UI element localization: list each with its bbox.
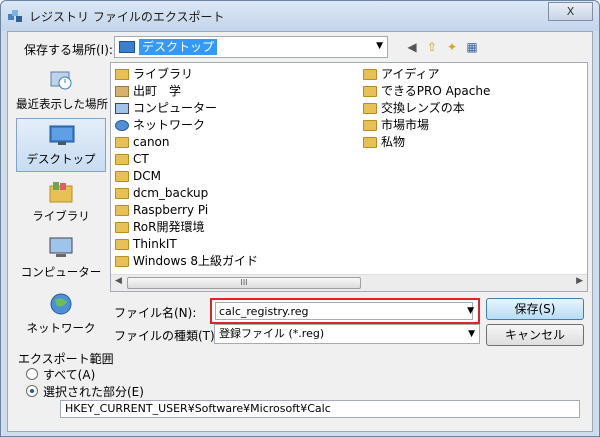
place-label: コンピューター <box>20 265 102 279</box>
export-range-label: エクスポート範囲 <box>18 352 114 366</box>
filename-highlight-box: ▼ <box>210 298 480 324</box>
radio-all-row[interactable]: すべて(A) <box>26 366 95 382</box>
save-in-dropdown[interactable]: デスクトップ ▼ <box>114 36 388 58</box>
libraries-icon <box>49 182 73 203</box>
list-item[interactable]: Windows 8上級ガイド <box>115 253 258 270</box>
cancel-button[interactable]: キャンセル <box>486 324 584 346</box>
dialog-body: 保存する場所(I): デスクトップ ▼ ◀ ⇧ ✦ ▦ 最近表示した場所 デスク… <box>7 31 593 432</box>
libraries-icon <box>115 69 129 80</box>
list-item[interactable]: ネットワーク <box>115 117 258 134</box>
radio-all-label: すべて(A) <box>43 367 96 382</box>
radio-all[interactable] <box>26 368 38 380</box>
place-label: ネットワーク <box>26 321 96 335</box>
folder-icon <box>115 137 129 148</box>
place-label: デスクトップ <box>26 152 96 166</box>
place-label: 最近表示した場所 <box>16 97 108 111</box>
network-icon <box>115 120 129 131</box>
key-path-field[interactable]: HKEY_CURRENT_USER¥Software¥Microsoft¥Cal… <box>60 400 580 418</box>
dialog-window: レジストリ ファイルのエクスポート X 保存する場所(I): デスクトップ ▼ … <box>0 0 600 437</box>
file-column-2: アイディア できるPRO Apache 交換レンズの本 市場市場 私物 <box>363 66 490 151</box>
file-list[interactable]: ライブラリ 出町 学 コンピューター ネットワーク canon CT DCM d… <box>110 62 588 292</box>
file-column-1: ライブラリ 出町 学 コンピューター ネットワーク canon CT DCM d… <box>115 66 258 270</box>
folder-icon <box>363 120 377 131</box>
title-bar[interactable]: レジストリ ファイルのエクスポート X <box>1 1 599 31</box>
folder-icon <box>115 205 129 216</box>
radio-selected-label: 選択された部分(E) <box>43 384 144 399</box>
filetype-value: 登録ファイル (*.reg) <box>219 327 325 340</box>
computer-icon <box>49 237 73 257</box>
list-item[interactable]: できるPRO Apache <box>363 83 490 100</box>
back-icon[interactable]: ◀ <box>404 39 420 55</box>
folder-icon <box>115 222 129 233</box>
radio-selected-row[interactable]: 選択された部分(E) <box>26 383 144 399</box>
list-item[interactable]: canon <box>115 134 258 151</box>
list-item[interactable]: CT <box>115 151 258 168</box>
filename-input[interactable] <box>215 302 473 320</box>
folder-icon <box>115 239 129 250</box>
list-item[interactable]: DCM <box>115 168 258 185</box>
nav-toolbar: ◀ ⇧ ✦ ▦ <box>404 38 480 56</box>
filetype-label: ファイルの種類(T): <box>114 329 219 343</box>
save-in-label: 保存する場所(I): <box>24 43 113 57</box>
folder-icon <box>115 154 129 165</box>
save-in-value: デスクトップ <box>139 39 218 55</box>
chevron-down-icon[interactable]: ▼ <box>467 306 474 316</box>
place-computer[interactable]: コンピューター <box>16 232 106 286</box>
list-item[interactable]: 交換レンズの本 <box>363 100 490 117</box>
view-menu-icon[interactable]: ▦ <box>464 39 480 55</box>
scrollbar-thumb[interactable]: III <box>127 277 361 289</box>
up-folder-icon[interactable]: ⇧ <box>424 39 440 55</box>
regedit-icon <box>8 10 22 22</box>
desktop-icon <box>49 125 75 145</box>
place-recent[interactable]: 最近表示した場所 <box>16 64 108 118</box>
place-network[interactable]: ネットワーク <box>16 288 106 342</box>
filename-label: ファイル名(N): <box>114 306 197 320</box>
horizontal-scrollbar[interactable]: ◀ III ▶ <box>111 274 587 291</box>
place-desktop[interactable]: デスクトップ <box>16 118 106 172</box>
folder-icon <box>115 188 129 199</box>
list-item[interactable]: dcm_backup <box>115 185 258 202</box>
list-item[interactable]: ライブラリ <box>115 66 258 83</box>
scroll-left-icon[interactable]: ◀ <box>115 276 122 286</box>
list-item[interactable]: 市場市場 <box>363 117 490 134</box>
folder-icon <box>115 256 129 267</box>
list-item[interactable]: RoR開発環境 <box>115 219 258 236</box>
folder-icon <box>363 137 377 148</box>
chevron-down-icon: ▼ <box>376 41 383 51</box>
network-icon <box>50 293 72 315</box>
folder-icon <box>363 86 377 97</box>
window-title: レジストリ ファイルのエクスポート <box>29 10 225 24</box>
folder-icon <box>363 69 377 80</box>
list-item[interactable]: Raspberry Pi <box>115 202 258 219</box>
list-item[interactable]: アイディア <box>363 66 490 83</box>
chevron-down-icon: ▼ <box>468 329 475 339</box>
new-folder-icon[interactable]: ✦ <box>444 39 460 55</box>
user-folder-icon <box>115 86 129 97</box>
close-icon: X <box>566 5 575 18</box>
place-label: ライブラリ <box>32 209 90 223</box>
places-bar: 最近表示した場所 デスクトップ ライブラリ コンピューター ネットワーク <box>16 62 108 344</box>
filetype-dropdown[interactable]: 登録ファイル (*.reg) ▼ <box>214 324 480 344</box>
desktop-icon <box>119 41 135 53</box>
folder-icon <box>115 171 129 182</box>
close-button[interactable]: X <box>548 2 593 21</box>
place-libraries[interactable]: ライブラリ <box>16 176 106 230</box>
list-item[interactable]: 私物 <box>363 134 490 151</box>
radio-selected[interactable] <box>26 385 38 397</box>
list-item[interactable]: ThinkIT <box>115 236 258 253</box>
scroll-right-icon[interactable]: ▶ <box>576 276 583 286</box>
list-item[interactable]: コンピューター <box>115 100 258 117</box>
computer-icon <box>115 103 129 114</box>
list-item[interactable]: 出町 学 <box>115 83 258 100</box>
recent-places-icon <box>50 71 72 90</box>
folder-icon <box>363 103 377 114</box>
save-button[interactable]: 保存(S) <box>486 298 584 320</box>
